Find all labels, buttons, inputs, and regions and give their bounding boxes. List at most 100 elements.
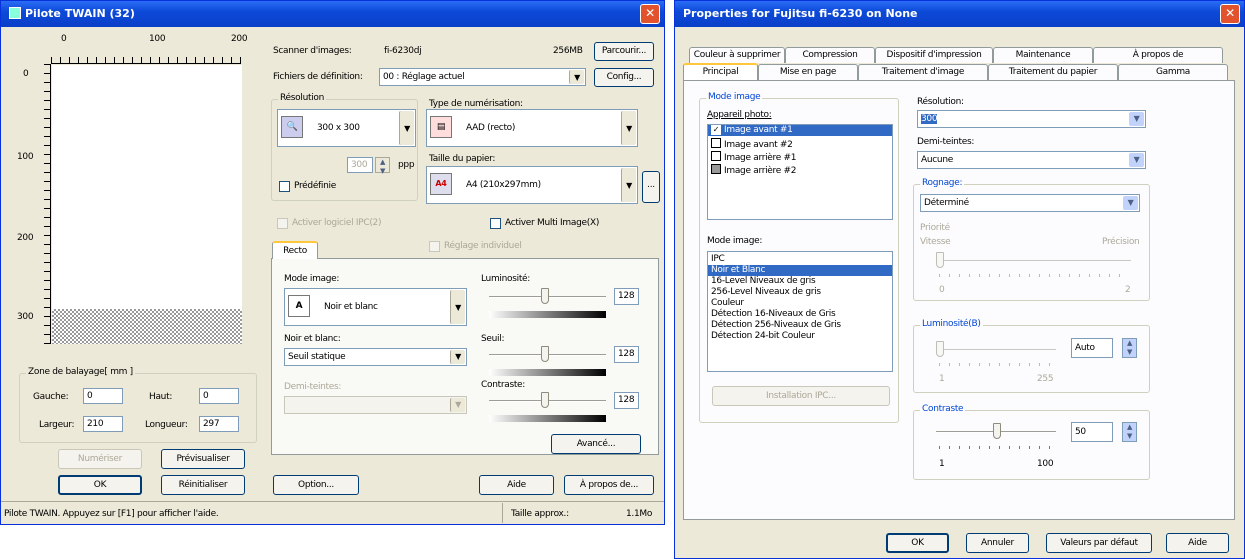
chevron-down-icon[interactable]: ▼: [399, 111, 414, 145]
camera-list[interactable]: ✓ Image avant #1 Image avant #2 Image arr…: [707, 124, 893, 220]
ok-button[interactable]: OK: [886, 533, 949, 553]
browse-button[interactable]: Parcourir...: [594, 42, 654, 61]
tab-recto[interactable]: Recto: [272, 241, 318, 259]
brightness-value[interactable]: 128: [614, 288, 639, 305]
predefined-checkbox[interactable]: [279, 181, 290, 192]
contrast-slider[interactable]: [489, 391, 606, 411]
tab-compression[interactable]: Compression: [785, 47, 875, 63]
bw-select[interactable]: Seuil statique ▼: [284, 348, 467, 366]
reset-button[interactable]: Réinitialiser: [161, 475, 245, 495]
chevron-down-icon[interactable]: ▼: [621, 168, 636, 202]
threshold-value[interactable]: 128: [614, 346, 639, 363]
contrast-spinner[interactable]: ▲ ▼: [1122, 422, 1137, 442]
chevron-down-icon[interactable]: ▼: [450, 398, 465, 412]
custom-resolution-input[interactable]: 300: [347, 157, 373, 173]
contrast-input[interactable]: 50: [1071, 422, 1113, 442]
definition-select[interactable]: 00 : Réglage actuel ▼: [379, 68, 586, 86]
list-item[interactable]: Détection 16-Niveaux de Gris: [708, 309, 892, 320]
resolution-select[interactable]: 300 ▼: [917, 110, 1146, 128]
tab-about[interactable]: À propos de: [1093, 47, 1223, 63]
tab-image-processing[interactable]: Traitement d'image: [858, 64, 988, 80]
brightness-slider-thumb[interactable]: [541, 288, 549, 304]
twain-title-bar[interactable]: Pilote TWAIN (32): [1, 1, 664, 27]
left-input[interactable]: 0: [83, 388, 123, 404]
paper-size-more-button[interactable]: ...: [642, 171, 660, 203]
checkbox-checked-icon[interactable]: ✓: [711, 125, 721, 135]
crop-priority-slider[interactable]: [936, 251, 1131, 271]
preview-button[interactable]: Prévisualiser: [161, 449, 245, 469]
list-item[interactable]: Image avant #2: [708, 138, 892, 150]
tab-imprinter[interactable]: Dispositif d'impression: [875, 47, 993, 63]
chevron-down-icon[interactable]: ▼: [569, 70, 584, 84]
custom-resolution-spinner[interactable]: ▲ ▼: [375, 157, 390, 175]
crop-select[interactable]: Déterminé ▼: [920, 194, 1140, 212]
top-input[interactable]: 0: [199, 388, 239, 404]
checkbox-icon[interactable]: [711, 164, 721, 174]
brightness-spinner[interactable]: ▲ ▼: [1122, 338, 1137, 358]
contrast-slider-thumb[interactable]: [541, 392, 549, 408]
brightness-slider[interactable]: [489, 287, 606, 307]
brightness-thumb[interactable]: [936, 341, 944, 357]
chevron-down-icon[interactable]: ▼: [621, 111, 636, 145]
ipc-install-button[interactable]: Installation IPC...: [712, 386, 890, 406]
ipc-checkbox[interactable]: [277, 218, 288, 229]
image-mode-select[interactable]: A Noir et blanc ▼: [284, 288, 467, 326]
list-item[interactable]: ✓ Image avant #1: [708, 125, 892, 136]
halftone-select[interactable]: Aucune ▼: [917, 151, 1146, 169]
scan-preview-area[interactable]: [52, 65, 242, 309]
checkbox-icon[interactable]: [711, 151, 721, 161]
width-input[interactable]: 210: [83, 416, 123, 432]
tab-gamma[interactable]: Gamma: [1118, 64, 1228, 80]
list-item[interactable]: 16-Level Niveaux de gris: [708, 276, 892, 287]
chevron-down-icon[interactable]: ▼: [1129, 153, 1144, 167]
checkbox-icon[interactable]: [711, 138, 721, 148]
crop-priority-thumb[interactable]: [936, 252, 944, 268]
paper-size-select[interactable]: A4 A4 (210x297mm) ▼: [426, 166, 638, 204]
brightness-input[interactable]: Auto: [1071, 338, 1113, 358]
chevron-down-icon[interactable]: ▼: [1123, 196, 1138, 210]
cancel-button[interactable]: Annuler: [966, 533, 1029, 553]
chevron-down-icon[interactable]: ▼: [1129, 112, 1144, 126]
list-item[interactable]: 256-Level Niveaux de gris: [708, 287, 892, 298]
help-button[interactable]: Aide: [479, 475, 554, 495]
list-item[interactable]: Détection 24-bit Couleur: [708, 331, 892, 342]
list-item[interactable]: Noir et Blanc: [708, 265, 892, 276]
threshold-slider[interactable]: [489, 345, 606, 365]
close-icon[interactable]: ✕: [1220, 4, 1240, 24]
resolution-select[interactable]: 🔍 300 x 300 ▼: [277, 109, 416, 147]
list-item[interactable]: Couleur: [708, 298, 892, 309]
contrast-slider[interactable]: [936, 422, 1056, 442]
option-button[interactable]: Option...: [273, 475, 359, 495]
tab-color-drop[interactable]: Couleur à supprimer: [689, 47, 785, 63]
individual-checkbox[interactable]: [429, 241, 440, 252]
crop-max: 2: [1125, 285, 1131, 295]
scan-button[interactable]: Numériser: [58, 449, 142, 469]
chevron-down-icon[interactable]: ▼: [450, 290, 465, 324]
about-button[interactable]: À propos de...: [564, 475, 654, 495]
contrast-value[interactable]: 128: [614, 392, 639, 409]
scan-type-select[interactable]: ▤ AAD (recto) ▼: [426, 109, 638, 147]
chevron-down-icon[interactable]: ▼: [450, 350, 465, 364]
threshold-slider-thumb[interactable]: [541, 346, 549, 362]
ok-button[interactable]: OK: [58, 475, 142, 495]
length-input[interactable]: 297: [199, 416, 239, 432]
defaults-button[interactable]: Valeurs par défaut: [1046, 533, 1152, 553]
contrast-thumb[interactable]: [993, 423, 1001, 439]
multi-image-checkbox[interactable]: [490, 218, 501, 229]
image-mode-list[interactable]: IPC Noir et Blanc 16-Level Niveaux de gr…: [707, 251, 893, 372]
list-item[interactable]: Détection 256-Niveaux de Gris: [708, 320, 892, 331]
tab-paper-handling[interactable]: Traitement du papier: [988, 64, 1118, 80]
list-item[interactable]: IPC: [708, 254, 892, 265]
close-icon[interactable]: ✕: [640, 4, 660, 24]
help-button[interactable]: Aide: [1166, 533, 1229, 553]
properties-title-bar[interactable]: Properties for Fujitsu fi-6230 on None: [675, 1, 1244, 27]
tab-maintenance[interactable]: Maintenance: [993, 47, 1093, 63]
list-item[interactable]: Image arrière #2: [708, 164, 892, 176]
config-button[interactable]: Config...: [594, 68, 654, 87]
brightness-slider[interactable]: [936, 340, 1056, 360]
advanced-button[interactable]: Avancé...: [551, 434, 641, 454]
tab-principal[interactable]: Principal: [683, 63, 758, 80]
list-item[interactable]: Image arrière #1: [708, 151, 892, 163]
halftone-select[interactable]: ▼: [284, 396, 467, 414]
tab-layout[interactable]: Mise en page: [758, 64, 858, 80]
